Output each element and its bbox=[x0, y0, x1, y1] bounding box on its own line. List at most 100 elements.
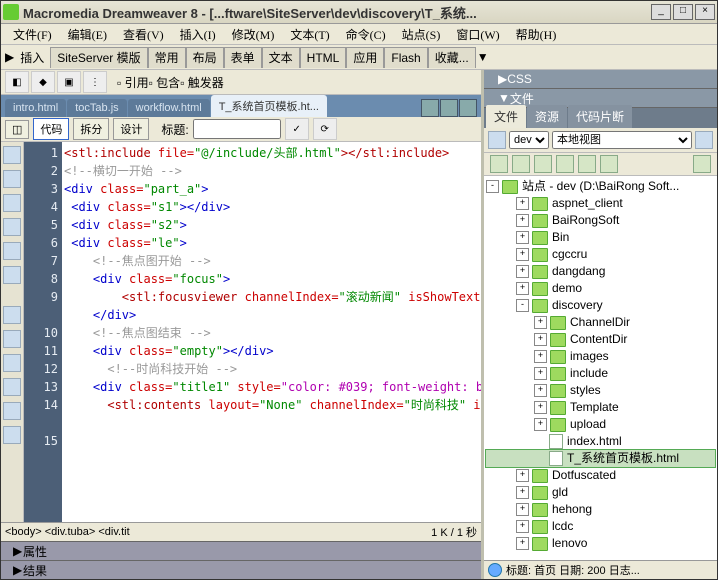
insert-overflow[interactable]: ▼ bbox=[476, 50, 490, 64]
document-tab[interactable]: workflow.html bbox=[128, 99, 210, 117]
files-tab[interactable]: 代码片断 bbox=[568, 105, 632, 128]
view-code-icon[interactable]: ◫ bbox=[5, 120, 29, 139]
results-panel-header[interactable]: ▶ 结果 bbox=[1, 560, 481, 579]
title-label: 标题: bbox=[161, 121, 188, 138]
code-tool-icon[interactable] bbox=[3, 426, 21, 444]
insert-tab[interactable]: 应用 bbox=[346, 47, 384, 68]
tree-folder[interactable]: +Bin bbox=[486, 229, 715, 246]
view-design-button[interactable]: 设计 bbox=[113, 118, 149, 140]
tool-icon[interactable]: ◆ bbox=[31, 71, 55, 93]
view-code-button[interactable]: 代码 bbox=[33, 118, 69, 140]
code-tool-icon[interactable] bbox=[3, 194, 21, 212]
expand-icon[interactable] bbox=[693, 155, 711, 173]
tree-folder[interactable]: +lenovo bbox=[486, 535, 715, 552]
menu-item[interactable]: 站点(S) bbox=[394, 24, 449, 45]
insert-tab[interactable]: SiteServer 模版 bbox=[50, 47, 147, 68]
file-tree: -站点 - dev (D:\BaiRong Soft...+aspnet_cli… bbox=[484, 176, 717, 560]
code-tool-icon[interactable] bbox=[3, 218, 21, 236]
insert-tab[interactable]: 文本 bbox=[262, 47, 300, 68]
menu-item[interactable]: 插入(I) bbox=[172, 24, 224, 45]
tree-folder[interactable]: +upload bbox=[486, 416, 715, 433]
tree-folder[interactable]: -discovery bbox=[486, 297, 715, 314]
tree-folder[interactable]: +styles bbox=[486, 382, 715, 399]
code-tool-icon[interactable] bbox=[3, 266, 21, 284]
tree-folder[interactable]: +gld bbox=[486, 484, 715, 501]
tool-icon[interactable]: ⋮ bbox=[83, 71, 107, 93]
tag-path[interactable]: <body> <div.tuba> <div.tit bbox=[5, 526, 130, 538]
code-tool-icon[interactable] bbox=[3, 146, 21, 164]
insert-tab[interactable]: 常用 bbox=[148, 47, 186, 68]
tree-folder[interactable]: +cgccru bbox=[486, 246, 715, 263]
code-tool-icon[interactable] bbox=[3, 402, 21, 420]
menu-item[interactable]: 命令(C) bbox=[338, 24, 394, 45]
tree-folder[interactable]: +BaiRongSoft bbox=[486, 212, 715, 229]
minimize-button[interactable]: _ bbox=[651, 4, 671, 20]
menu-item[interactable]: 帮助(H) bbox=[508, 24, 565, 45]
tree-root[interactable]: -站点 - dev (D:\BaiRong Soft... bbox=[486, 178, 715, 195]
document-tab[interactable]: intro.html bbox=[5, 99, 66, 117]
tree-file[interactable]: T_系统首页模板.html bbox=[486, 450, 715, 467]
view-select[interactable]: 本地视图 bbox=[552, 131, 692, 149]
menu-item[interactable]: 文件(F) bbox=[5, 24, 60, 45]
insert-tab[interactable]: HTML bbox=[300, 47, 347, 68]
code-tool-icon[interactable] bbox=[3, 170, 21, 188]
code-editor[interactable]: <stl:include file="@/include/头部.html"></… bbox=[62, 142, 481, 522]
view-toolbar: ◫ 代码 拆分 设计 标题: ✓ ⟳ bbox=[1, 117, 481, 142]
toolbar-icon[interactable]: ⟳ bbox=[313, 118, 337, 140]
get-icon[interactable] bbox=[534, 155, 552, 173]
title-input[interactable] bbox=[193, 119, 281, 139]
tree-file[interactable]: index.html bbox=[486, 433, 715, 450]
toolbar-item[interactable]: ▫ 触发器 bbox=[180, 76, 224, 90]
tree-folder[interactable]: +Template bbox=[486, 399, 715, 416]
restore-button[interactable]: □ bbox=[673, 4, 693, 20]
menu-item[interactable]: 修改(M) bbox=[224, 24, 283, 45]
insert-tab[interactable]: 布局 bbox=[186, 47, 224, 68]
insert-arrow[interactable]: ▶ bbox=[5, 50, 14, 64]
refresh-icon[interactable] bbox=[695, 131, 713, 149]
menu-item[interactable]: 查看(V) bbox=[115, 24, 172, 45]
menu-item[interactable]: 文本(T) bbox=[282, 24, 337, 45]
insert-tab[interactable]: Flash bbox=[384, 47, 427, 68]
checkin-icon[interactable] bbox=[600, 155, 618, 173]
insert-tab[interactable]: 收藏... bbox=[428, 47, 476, 68]
tree-folder[interactable]: +hehong bbox=[486, 501, 715, 518]
tree-folder[interactable]: +images bbox=[486, 348, 715, 365]
css-panel-header[interactable]: ▶ CSS bbox=[484, 70, 717, 89]
tree-folder[interactable]: +Dotfuscated bbox=[486, 467, 715, 484]
files-tab[interactable]: 文件 bbox=[486, 105, 526, 128]
tree-folder[interactable]: +dangdang bbox=[486, 263, 715, 280]
tree-folder[interactable]: +demo bbox=[486, 280, 715, 297]
code-tool-icon[interactable] bbox=[3, 354, 21, 372]
close-button[interactable]: × bbox=[695, 4, 715, 20]
tab-close-button[interactable] bbox=[459, 99, 477, 117]
insert-tab[interactable]: 表单 bbox=[224, 47, 262, 68]
code-tool-icon[interactable] bbox=[3, 330, 21, 348]
document-tab[interactable]: T_系统首页模板.ht... bbox=[211, 95, 327, 117]
connect-icon[interactable] bbox=[490, 155, 508, 173]
put-icon[interactable] bbox=[556, 155, 574, 173]
menu-item[interactable]: 窗口(W) bbox=[448, 24, 507, 45]
tab-nav-button[interactable] bbox=[440, 99, 458, 117]
toolbar-item[interactable]: ▫ 包含 bbox=[149, 76, 181, 90]
checkout-icon[interactable] bbox=[578, 155, 596, 173]
code-tool-icon[interactable] bbox=[3, 306, 21, 324]
tree-folder[interactable]: +ContentDir bbox=[486, 331, 715, 348]
toolbar-icon[interactable]: ✓ bbox=[285, 118, 309, 140]
view-split-button[interactable]: 拆分 bbox=[73, 118, 109, 140]
tree-folder[interactable]: +ChannelDir bbox=[486, 314, 715, 331]
refresh-icon[interactable] bbox=[512, 155, 530, 173]
site-select[interactable]: dev bbox=[509, 131, 549, 149]
tab-nav-button[interactable] bbox=[421, 99, 439, 117]
tree-folder[interactable]: +lcdc bbox=[486, 518, 715, 535]
toolbar-item[interactable]: ▫ 引用 bbox=[117, 76, 149, 90]
tool-icon[interactable]: ◧ bbox=[5, 71, 29, 93]
menu-item[interactable]: 编辑(E) bbox=[60, 24, 115, 45]
tool-icon[interactable]: ▣ bbox=[57, 71, 81, 93]
files-tab[interactable]: 资源 bbox=[527, 105, 567, 128]
code-tool-icon[interactable] bbox=[3, 378, 21, 396]
tree-folder[interactable]: +aspnet_client bbox=[486, 195, 715, 212]
document-tab[interactable]: tocTab.js bbox=[67, 99, 126, 117]
code-tool-icon[interactable] bbox=[3, 242, 21, 260]
properties-panel-header[interactable]: ▶ 属性 bbox=[1, 541, 481, 560]
tree-folder[interactable]: +include bbox=[486, 365, 715, 382]
